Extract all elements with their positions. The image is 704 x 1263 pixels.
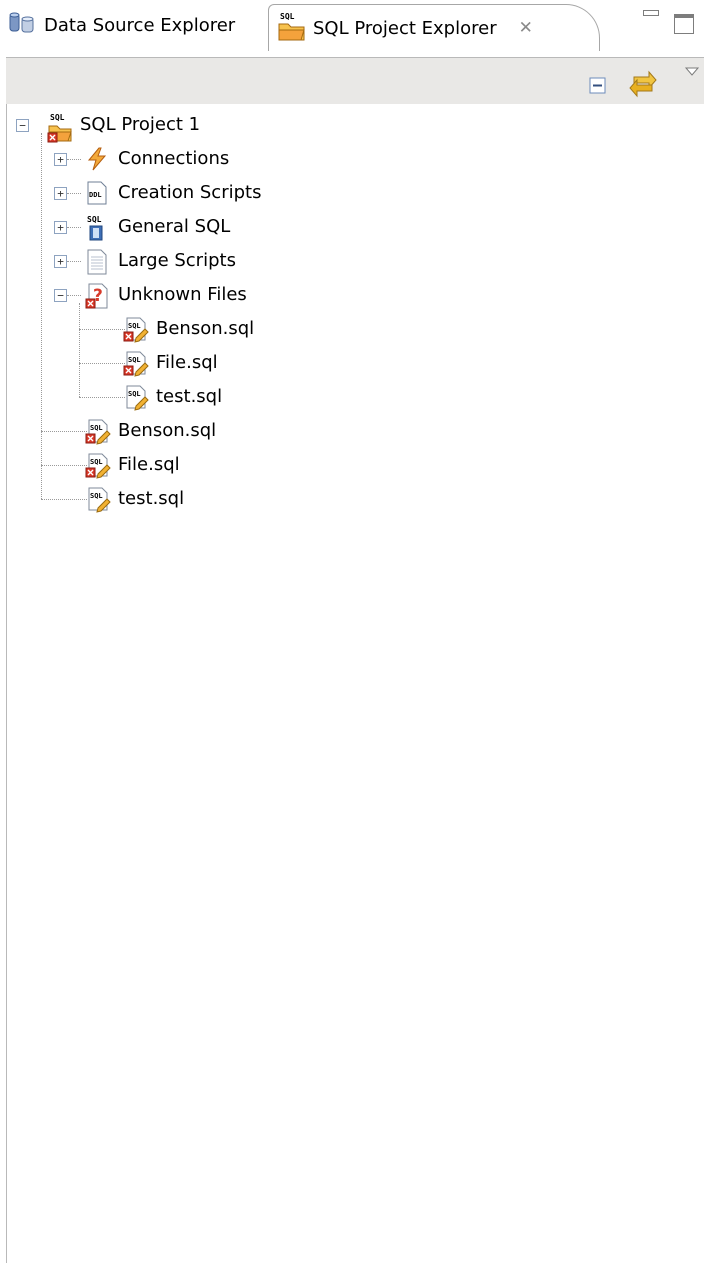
- tree-file-row[interactable]: Connections: [84, 143, 229, 175]
- tree-connector-line: [79, 397, 125, 398]
- tree-file-row[interactable]: SQL File.sql: [122, 347, 218, 379]
- general-sql-icon: SQL: [84, 214, 110, 241]
- close-icon[interactable]: ✕: [519, 18, 533, 38]
- svg-text:SQL: SQL: [90, 492, 103, 500]
- tree-connector-line: [67, 193, 81, 194]
- tab-label: Data Source Explorer: [44, 14, 236, 36]
- tree-file-row[interactable]: Large Scripts: [84, 245, 236, 277]
- expand-toggle-icon[interactable]: +: [54, 187, 67, 200]
- tree-item-label: test.sql: [118, 488, 185, 509]
- collapse-toggle-icon[interactable]: −: [54, 289, 67, 302]
- tree-item-label: File.sql: [156, 352, 218, 373]
- sql-project-icon: SQL: [46, 112, 72, 143]
- tree-file-row[interactable]: SQL Benson.sql: [122, 313, 254, 345]
- svg-text:SQL: SQL: [128, 356, 141, 364]
- database-icon: [8, 11, 38, 40]
- sql-file-error-icon: SQL: [84, 418, 111, 445]
- project-tree: SQL SQL Project 1 − Connections + DDL Creat…: [6, 104, 704, 1263]
- tree-item-label: test.sql: [156, 386, 223, 407]
- tab-sql-project-explorer[interactable]: SQL SQL Project Explorer ✕: [268, 4, 600, 51]
- tree-item-label: General SQL: [118, 216, 231, 237]
- sql-file-error-icon: SQL: [84, 452, 111, 479]
- tree-item-label: Large Scripts: [118, 250, 236, 271]
- tree-file-row[interactable]: SQL Benson.sql: [84, 415, 216, 447]
- tree-folder-row[interactable]: ? Unknown Files: [84, 279, 247, 311]
- tree-connector-line: [67, 295, 81, 296]
- tree-connector-line: [41, 499, 87, 500]
- expand-toggle-icon[interactable]: +: [54, 255, 67, 268]
- tree-connector-line: [67, 159, 81, 160]
- svg-text:SQL: SQL: [90, 458, 103, 466]
- svg-text:DDL: DDL: [89, 191, 102, 199]
- tree-connector-line: [79, 363, 125, 364]
- sql-file-icon: SQL: [84, 486, 111, 513]
- tree-item-label: Creation Scripts: [118, 182, 262, 203]
- tree-file-row[interactable]: SQL File.sql: [84, 449, 180, 481]
- tree-connector-line: [67, 227, 81, 228]
- tree-connector-line: [41, 431, 87, 432]
- tree-file-row[interactable]: SQL test.sql: [122, 381, 222, 413]
- ddl-script-icon: DDL: [84, 180, 110, 206]
- minimize-icon[interactable]: [643, 10, 659, 16]
- tree-connector-line: [79, 329, 125, 330]
- svg-text:SQL: SQL: [87, 215, 102, 224]
- tree-item-label: Unknown Files: [118, 284, 247, 305]
- svg-text:SQL: SQL: [50, 113, 65, 122]
- svg-text:SQL: SQL: [90, 424, 103, 432]
- expand-toggle-icon[interactable]: +: [54, 221, 67, 234]
- collapse-all-icon[interactable]: [589, 77, 607, 100]
- tree-folder-row[interactable]: SQL SQL Project 1: [46, 109, 201, 143]
- unknown-files-icon: ?: [84, 282, 110, 309]
- sql-file-icon: SQL: [122, 384, 149, 411]
- view-tab-bar: Data Source Explorer SQL SQL Project Exp…: [0, 0, 704, 57]
- link-with-editor-icon[interactable]: [628, 68, 658, 103]
- tree-item-label: File.sql: [118, 454, 180, 475]
- sql-file-error-icon: SQL: [122, 350, 149, 377]
- view-toolbar: [6, 57, 704, 105]
- sql-file-error-icon: SQL: [122, 316, 149, 343]
- tab-data-source-explorer[interactable]: Data Source Explorer: [8, 6, 235, 44]
- expand-toggle-icon[interactable]: +: [54, 153, 67, 166]
- tree-file-row[interactable]: SQL General SQL: [84, 211, 230, 243]
- tree-item-label: Connections: [118, 148, 230, 169]
- svg-text:SQL: SQL: [128, 322, 141, 330]
- tree-item-label: Benson.sql: [156, 318, 255, 339]
- tree-file-row[interactable]: SQL test.sql: [84, 483, 184, 515]
- tree-connector-line: [79, 303, 80, 397]
- sql-badge-text: SQL: [280, 12, 295, 21]
- tree-item-label: SQL Project 1: [80, 114, 201, 135]
- tree-connector-line: [41, 465, 87, 466]
- tree-file-row[interactable]: DDL Creation Scripts: [84, 177, 261, 209]
- tree-item-label: Benson.sql: [118, 420, 217, 441]
- collapse-toggle-icon[interactable]: −: [16, 119, 29, 132]
- tree-connector-line: [41, 133, 42, 499]
- maximize-icon[interactable]: [674, 14, 694, 34]
- tree-connector-line: [67, 261, 81, 262]
- view-menu-icon[interactable]: [684, 62, 700, 83]
- large-scripts-icon: [84, 248, 110, 275]
- sql-project-folder-icon: SQL: [277, 10, 307, 47]
- connections-icon: [84, 146, 110, 172]
- svg-text:SQL: SQL: [128, 390, 141, 398]
- tab-label: SQL Project Explorer: [313, 17, 497, 39]
